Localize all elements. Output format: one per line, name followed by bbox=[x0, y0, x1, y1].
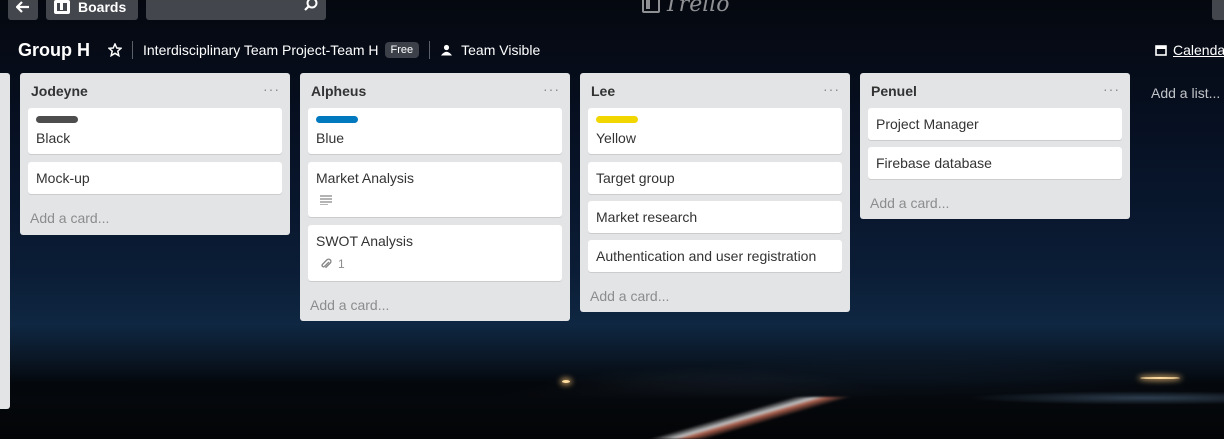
card[interactable]: Firebase database bbox=[868, 147, 1122, 179]
add-button[interactable] bbox=[1212, 0, 1224, 20]
calendar-icon bbox=[1155, 45, 1167, 56]
boards-label: Boards bbox=[78, 0, 127, 15]
card[interactable]: SWOT Analysis 1 bbox=[308, 225, 562, 281]
list-jodeyne: Jodeyne ··· Black Mock-up Add a card... bbox=[20, 73, 290, 235]
background-landscape bbox=[0, 379, 1224, 439]
add-card-link[interactable]: Add a card... bbox=[590, 288, 669, 304]
plan-badge: Free bbox=[384, 42, 420, 58]
background-light bbox=[562, 380, 570, 383]
card[interactable]: Target group bbox=[588, 162, 842, 194]
star-icon[interactable] bbox=[108, 43, 122, 57]
attachment-count: 1 bbox=[338, 257, 345, 271]
list-title[interactable]: Jodeyne bbox=[31, 83, 88, 99]
card-title: Black bbox=[36, 130, 71, 146]
card-label bbox=[596, 116, 638, 123]
visibility-button[interactable]: Team Visible bbox=[440, 42, 540, 58]
background-road-lights bbox=[645, 397, 855, 439]
add-card-link[interactable]: Add a card... bbox=[870, 195, 949, 211]
team-name[interactable]: Interdisciplinary Team Project-Team H bbox=[143, 42, 379, 58]
trello-logo-icon bbox=[642, 0, 660, 13]
card-label bbox=[316, 116, 358, 123]
card-title: SWOT Analysis bbox=[316, 233, 413, 249]
list-title[interactable]: Penuel bbox=[871, 83, 917, 99]
board-header: Group H Interdisciplinary Team Project-T… bbox=[18, 38, 540, 62]
trello-logo-text: Trello bbox=[664, 0, 730, 17]
add-card-link[interactable]: Add a card... bbox=[30, 210, 109, 226]
card-title: Blue bbox=[316, 130, 345, 146]
card-title: Market research bbox=[596, 209, 698, 225]
list-offscreen bbox=[0, 73, 10, 409]
calendar-button[interactable]: Calendar bbox=[1155, 42, 1224, 58]
list-menu-icon[interactable]: ··· bbox=[823, 81, 840, 97]
card[interactable]: Market research bbox=[588, 201, 842, 233]
card[interactable]: Mock-up bbox=[28, 162, 282, 194]
search-icon[interactable] bbox=[304, 0, 318, 11]
add-card-link[interactable]: Add a card... bbox=[310, 297, 389, 313]
header-divider bbox=[429, 41, 431, 59]
list-menu-icon[interactable]: ··· bbox=[543, 81, 560, 97]
card-title: Market Analysis bbox=[316, 170, 415, 186]
list-menu-icon[interactable]: ··· bbox=[1103, 81, 1120, 97]
add-list-button[interactable]: Add a list... bbox=[1151, 85, 1220, 101]
calendar-label: Calendar bbox=[1173, 42, 1224, 58]
list-penuel: Penuel ··· Project Manager Firebase data… bbox=[860, 73, 1130, 219]
card-label bbox=[36, 116, 78, 123]
card-title: Yellow bbox=[596, 130, 636, 146]
visibility-label: Team Visible bbox=[461, 42, 541, 58]
team-icon bbox=[441, 44, 453, 56]
card[interactable]: Project Manager bbox=[868, 108, 1122, 140]
description-icon bbox=[320, 195, 332, 205]
attachment-icon bbox=[321, 258, 332, 269]
list-lee: Lee ··· Yellow Target group Market resea… bbox=[580, 73, 850, 312]
background-city-glow bbox=[964, 391, 1224, 405]
card[interactable]: Yellow bbox=[588, 108, 842, 154]
trello-logo[interactable]: Trello bbox=[642, 0, 730, 17]
card[interactable]: Authentication and user registration bbox=[588, 240, 842, 272]
top-bar: Boards Trello bbox=[0, 0, 1224, 22]
list-alpheus: Alpheus ··· Blue Market Analysis SWOT An… bbox=[300, 73, 570, 321]
card[interactable]: Market Analysis bbox=[308, 162, 562, 217]
background-light bbox=[1140, 377, 1180, 379]
list-title[interactable]: Alpheus bbox=[311, 83, 366, 99]
card-title: Target group bbox=[596, 170, 675, 186]
card-title: Project Manager bbox=[876, 116, 979, 132]
board-title[interactable]: Group H bbox=[18, 40, 90, 61]
card-title: Mock-up bbox=[36, 170, 90, 186]
back-button[interactable] bbox=[8, 0, 38, 20]
header-divider bbox=[132, 41, 133, 59]
arrow-left-icon bbox=[16, 1, 29, 13]
list-menu-icon[interactable]: ··· bbox=[263, 81, 280, 97]
search-input[interactable] bbox=[146, 0, 326, 20]
card-title: Firebase database bbox=[876, 155, 992, 171]
list-title[interactable]: Lee bbox=[591, 83, 615, 99]
card[interactable]: Black bbox=[28, 108, 282, 154]
card[interactable]: Blue bbox=[308, 108, 562, 154]
boards-icon bbox=[54, 0, 70, 14]
attachment-badge: 1 bbox=[320, 257, 345, 271]
card-title: Authentication and user registration bbox=[596, 248, 817, 264]
boards-button[interactable]: Boards bbox=[46, 0, 138, 20]
